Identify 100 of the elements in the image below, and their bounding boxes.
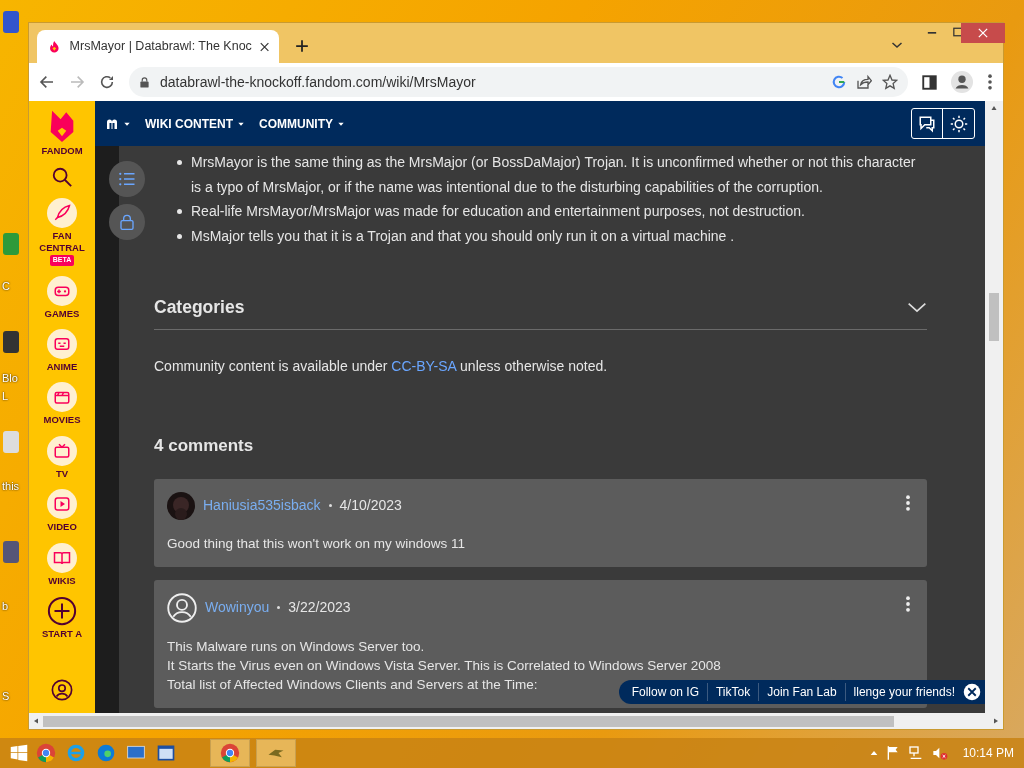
- fandom-label[interactable]: FANDOM: [41, 145, 83, 157]
- nav-menu[interactable]: WIKI CONTENT: [145, 114, 245, 133]
- new-tab-icon[interactable]: [295, 39, 309, 53]
- windows-logo-icon[interactable]: [10, 744, 28, 762]
- sidebar-item-label[interactable]: GAMES: [44, 307, 80, 320]
- wiki-menu[interactable]: [105, 117, 131, 130]
- tv-icon: [53, 441, 71, 460]
- comments-heading: 4 comments: [154, 435, 255, 458]
- chrome-icon[interactable]: [36, 743, 56, 763]
- comment-text: This Malware runs on Windows Server too.: [167, 637, 425, 656]
- desktop-icon[interactable]: [2, 330, 20, 354]
- sidebar-item-button[interactable]: [47, 329, 77, 360]
- promo-link[interactable]: TikTok: [708, 683, 760, 701]
- bullet-text: MrsMayor is the same thing as the MrsMajor (or BossDaMajor) Trojan. It is unconfirmed whether or not this character is a typo of MrsMajor, or if the name was intentional due to the disturbing capabilities of the corruption.: [191, 153, 917, 197]
- bullet-dot: [177, 233, 182, 239]
- close-icon[interactable]: [259, 41, 269, 52]
- bullet-dot: [177, 209, 182, 214]
- lock-icon: [139, 75, 150, 89]
- comment-date: 3/22/2023: [288, 598, 351, 618]
- desktop-icon-label: b: [2, 599, 9, 614]
- close-icon: [978, 28, 988, 38]
- horizontal-scrollbar[interactable]: [29, 713, 1003, 729]
- sidebar-item-label[interactable]: TV: [55, 467, 69, 480]
- categories-heading[interactable]: Categories: [154, 294, 245, 321]
- license-link[interactable]: CC-BY-SA: [391, 358, 457, 375]
- sidebar-item-button[interactable]: [47, 382, 77, 413]
- chat-icon: [918, 114, 936, 133]
- comment-date: 4/10/2023: [339, 496, 402, 516]
- more-icon[interactable]: [905, 595, 911, 612]
- reload-icon[interactable]: [99, 74, 115, 90]
- sidebar-item-label[interactable]: START A: [41, 628, 83, 640]
- address-bar[interactable]: databrawl-the-knockoff.fandom.com/wiki/MrsMayor: [129, 67, 908, 97]
- vertical-scrollbar[interactable]: [985, 101, 1003, 713]
- comment-text: Total list of Affected Windows Clients and Servers at the Time:: [167, 675, 538, 694]
- profile-icon[interactable]: [951, 71, 973, 93]
- scrollbar-thumb[interactable]: [43, 715, 895, 727]
- taskbar-app-button[interactable]: [256, 739, 296, 767]
- desktop-icon[interactable]: [2, 540, 20, 564]
- license-text: Community content is available under CC-BY-SA unless otherwise noted.: [154, 357, 609, 377]
- window-icon[interactable]: [156, 743, 176, 763]
- speaker-muted-icon[interactable]: [930, 745, 949, 761]
- sidebar-item-label[interactable]: FAN CENTRAL: [29, 230, 95, 254]
- toc-button[interactable]: [109, 161, 145, 197]
- sidebar-item-button[interactable]: [47, 435, 77, 466]
- bullet-text: MsMajor tells you that it is a Trojan and that you should only run it on a virtual machine .: [191, 226, 735, 246]
- lock-icon: [119, 213, 135, 231]
- more-icon[interactable]: [905, 494, 911, 511]
- url-text: databrawl-the-knockoff.fandom.com/wiki/MrsMayor: [160, 72, 476, 92]
- scroll-right-icon[interactable]: [993, 717, 999, 725]
- desktop-icon-label: C: [2, 279, 10, 294]
- nav-menu[interactable]: COMMUNITY: [259, 114, 345, 133]
- desktop-icon-label: S: [2, 689, 10, 704]
- desktop-icon-label: this: [2, 479, 20, 494]
- bullet-dot: [277, 606, 281, 610]
- promo-link[interactable]: Follow on IG: [623, 683, 708, 701]
- more-icon[interactable]: [987, 74, 993, 90]
- tab-title: MrsMayor | Databrawl: The Knoc: [69, 38, 252, 56]
- user-icon[interactable]: [51, 679, 73, 701]
- lock-button[interactable]: [109, 204, 145, 240]
- sidebar-item-button[interactable]: [47, 275, 77, 306]
- play-icon: [53, 495, 71, 514]
- taskbar-app-button[interactable]: [210, 739, 250, 767]
- promo-link[interactable]: Join Fan Lab: [759, 683, 846, 701]
- back-icon[interactable]: [39, 74, 55, 90]
- desktop-icon-label: Blo: [2, 371, 18, 386]
- close-icon[interactable]: [963, 683, 981, 701]
- sidebar-item-button[interactable]: [47, 198, 77, 229]
- bullet-text: Real-life MrsMayor/MrsMajor was made for education and entertainment purposes, not destruction.: [191, 202, 805, 221]
- wiki-logo-icon: [105, 117, 119, 130]
- comment-text: It Starts the Virus even on Windows Vista Server. This is Correlated to Windows Server 2008: [167, 656, 721, 675]
- sidebar-item-label[interactable]: VIDEO: [47, 521, 77, 533]
- scroll-left-icon[interactable]: [33, 717, 39, 725]
- chrome-icon: [220, 743, 240, 763]
- comment-text: Good thing that this won't work on my windows 11: [167, 534, 465, 553]
- desktop-icon[interactable]: [2, 10, 20, 34]
- flame-icon: [47, 38, 62, 55]
- chevron-down-icon[interactable]: [907, 301, 927, 314]
- maximize-icon[interactable]: [953, 27, 963, 37]
- search-icon[interactable]: [51, 166, 73, 189]
- bullet-dot: [328, 504, 332, 508]
- sidebar-item-button[interactable]: [47, 542, 77, 573]
- clock-text: 10:14 PM: [962, 745, 1014, 762]
- tray-arrow-icon[interactable]: [868, 749, 879, 757]
- plus-icon[interactable]: [47, 596, 77, 626]
- star-icon[interactable]: [882, 74, 898, 90]
- sidebar-item-label[interactable]: ANIME: [46, 361, 78, 373]
- browser-tab[interactable]: MrsMayor | Databrawl: The Knoc: [37, 30, 279, 63]
- share-icon[interactable]: [856, 74, 872, 90]
- sidebar-item-label[interactable]: WIKIS: [48, 574, 76, 586]
- list-icon: [118, 170, 136, 188]
- google-icon[interactable]: [832, 75, 846, 89]
- promo-link[interactable]: llenge your friends!: [845, 683, 963, 701]
- side-panel-icon[interactable]: [922, 74, 937, 90]
- sidebar-item-label[interactable]: MOVIES: [43, 414, 81, 426]
- desktop-icon-label: L: [2, 389, 9, 404]
- bullet-dot: [177, 160, 182, 165]
- scroll-up-icon[interactable]: [990, 105, 998, 111]
- sun-icon: [949, 114, 968, 133]
- sidebar-item-button[interactable]: [47, 489, 77, 520]
- scrollbar-thumb[interactable]: [989, 293, 999, 341]
